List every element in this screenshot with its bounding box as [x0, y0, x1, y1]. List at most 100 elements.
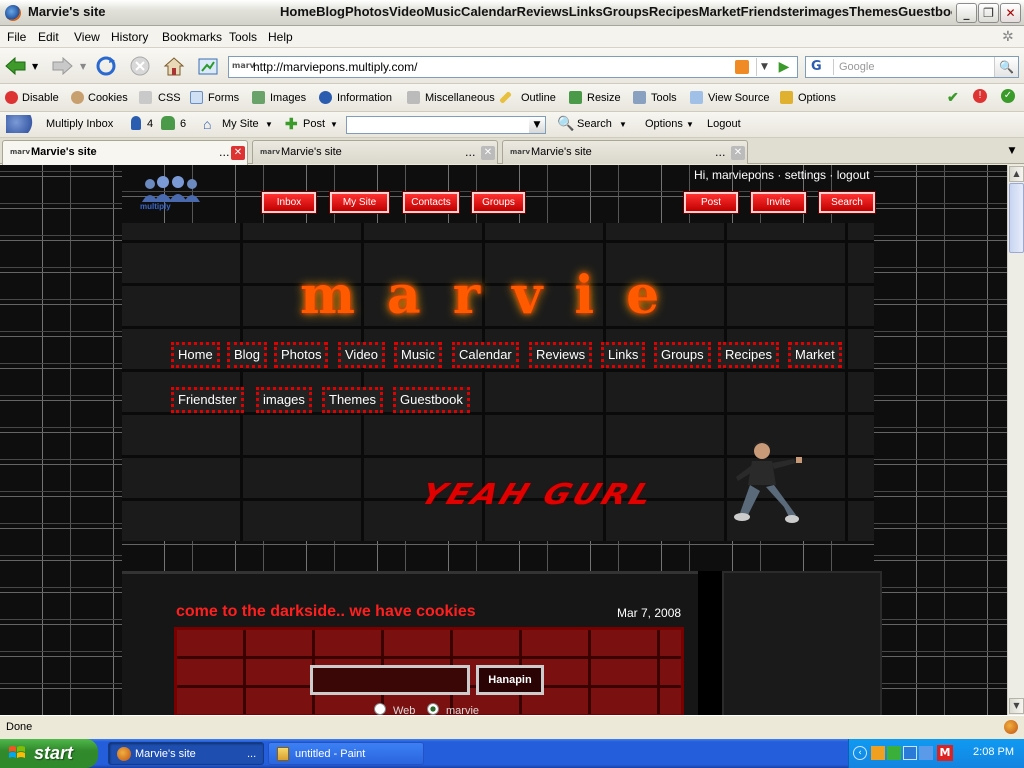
webdev-options[interactable]: Options — [798, 92, 836, 104]
menu-tools[interactable]: Tools — [229, 30, 257, 44]
multiply-inbox[interactable]: Multiply Inbox — [46, 118, 113, 130]
tab-2[interactable]: marv Marvie's site ... ✕ — [252, 140, 498, 164]
menu-edit[interactable]: Edit — [38, 30, 59, 44]
page-search-button[interactable]: Search — [819, 192, 875, 213]
status-firefox-icon[interactable] — [1004, 720, 1018, 734]
tray-warning-icon[interactable] — [871, 746, 885, 760]
menu-bookmarks[interactable]: Bookmarks — [162, 30, 222, 44]
webdev-css[interactable]: CSS — [158, 92, 181, 104]
nav-images[interactable]: images — [256, 387, 312, 413]
tab-close-icon[interactable]: ✕ — [731, 146, 745, 160]
nav-groups[interactable]: Groups — [654, 342, 711, 368]
search-engine-icon[interactable]: G — [808, 59, 834, 75]
error-icon[interactable]: ! — [973, 89, 987, 103]
bookmark-tool-icon[interactable] — [196, 55, 220, 77]
minimize-button[interactable]: _ — [956, 3, 977, 23]
user-links[interactable]: Hi, marviepons · settings · logout — [694, 168, 869, 182]
page-scrollbar[interactable]: ▲ ▼ — [1007, 165, 1024, 715]
tab-1[interactable]: marv Marvie's site ... ✕ — [2, 140, 248, 165]
maximize-button[interactable]: ❐ — [978, 3, 999, 23]
webdev-outline[interactable]: Outline — [521, 92, 556, 104]
forward-icon[interactable] — [50, 55, 74, 77]
home-icon[interactable] — [162, 55, 186, 77]
search-input[interactable]: Google — [839, 61, 874, 73]
nav-photos[interactable]: Photos — [274, 342, 329, 368]
menu-view[interactable]: View — [74, 30, 100, 44]
go-button[interactable]: ▶ — [775, 59, 793, 75]
search-icon[interactable]: 🔍 — [994, 57, 1018, 77]
tab-3[interactable]: marv Marvie's site ... ✕ — [502, 140, 748, 164]
nav-reviews[interactable]: Reviews — [529, 342, 593, 368]
nav-friendster[interactable]: Friendster — [171, 387, 244, 413]
task-paint[interactable]: untitled - Paint — [268, 742, 424, 765]
nav-home[interactable]: Home — [171, 342, 220, 368]
multiply-options[interactable]: Options — [645, 118, 683, 130]
multiply-select[interactable]: ▼ — [346, 116, 546, 134]
multiply-logo[interactable]: multiply — [138, 174, 208, 212]
tray-volume-icon[interactable] — [903, 746, 917, 760]
webdev-information[interactable]: Information — [337, 92, 392, 104]
validate-ok-icon[interactable]: ✔ — [947, 89, 959, 106]
hanapin-button[interactable]: Hanapin — [476, 665, 544, 695]
start-button[interactable]: start — [0, 739, 98, 768]
webdev-view-source[interactable]: View Source — [708, 92, 770, 104]
mysite-button[interactable]: My Site — [330, 192, 389, 213]
contacts-button[interactable]: Contacts — [403, 192, 459, 213]
forward-dropdown-icon[interactable]: ▼ — [80, 62, 86, 71]
mysite-menu[interactable]: My Site — [222, 118, 259, 130]
rss-feed-icon[interactable] — [735, 60, 749, 74]
tab-close-icon[interactable]: ✕ — [481, 146, 495, 160]
contacts-count[interactable]: 4 — [147, 118, 153, 130]
stop-icon[interactable] — [128, 55, 152, 77]
webdev-disable[interactable]: Disable — [22, 92, 59, 104]
post-dropdown-icon[interactable]: ▼ — [330, 120, 338, 129]
mysite-dropdown-icon[interactable]: ▼ — [265, 120, 273, 129]
nav-calendar[interactable]: Calendar — [452, 342, 519, 368]
scroll-down-icon[interactable]: ▼ — [1009, 698, 1024, 714]
close-button[interactable]: ✕ — [1000, 3, 1021, 23]
back-dropdown-icon[interactable]: ▼ — [32, 62, 38, 71]
groups-icon[interactable] — [161, 116, 175, 130]
webdev-cookies[interactable]: Cookies — [88, 92, 128, 104]
multiply-select-dropdown-icon[interactable]: ▼ — [529, 117, 545, 133]
radio-site[interactable] — [427, 703, 439, 715]
nav-market[interactable]: Market — [788, 342, 842, 368]
search-box[interactable]: G Google 🔍 — [805, 56, 1019, 78]
address-dropdown-icon[interactable]: ▼ — [756, 58, 772, 76]
invite-button[interactable]: Invite — [751, 192, 806, 213]
post-menu[interactable]: Post — [303, 118, 325, 130]
contacts-icon[interactable] — [131, 116, 141, 130]
tray-display-icon[interactable] — [919, 746, 933, 760]
menu-help[interactable]: Help — [268, 30, 293, 44]
nav-video[interactable]: Video — [338, 342, 386, 368]
multiply-search-dropdown-icon[interactable]: ▼ — [619, 120, 627, 129]
task-firefox[interactable]: Marvie's site ... — [108, 742, 264, 765]
address-input[interactable]: http://marviepons.multiply.com/ — [253, 60, 418, 74]
tray-network-icon[interactable] — [887, 746, 901, 760]
nav-guestbook[interactable]: Guestbook — [393, 387, 470, 413]
webdev-tools[interactable]: Tools — [651, 92, 677, 104]
reload-icon[interactable] — [94, 55, 118, 77]
post-title[interactable]: come to the darkside.. we have cookies — [176, 603, 476, 621]
tray-m-icon[interactable]: M — [937, 745, 953, 761]
webdev-forms[interactable]: Forms — [208, 92, 239, 104]
menu-file[interactable]: File — [7, 30, 26, 44]
menu-history[interactable]: History — [111, 30, 148, 44]
nav-recipes[interactable]: Recipes — [718, 342, 779, 368]
webdev-resize[interactable]: Resize — [587, 92, 621, 104]
scroll-thumb[interactable] — [1009, 183, 1024, 253]
tray-expand-icon[interactable]: ‹ — [853, 746, 867, 760]
inbox-button[interactable]: Inbox — [262, 192, 316, 213]
tab-close-icon[interactable]: ✕ — [231, 146, 245, 160]
nav-links[interactable]: Links — [601, 342, 646, 368]
site-search-input[interactable] — [310, 665, 470, 695]
options-dropdown-icon[interactable]: ▼ — [686, 120, 694, 129]
check-icon[interactable]: ✓ — [1001, 89, 1015, 103]
nav-themes[interactable]: Themes — [322, 387, 383, 413]
post-button[interactable]: Post — [684, 192, 738, 213]
webdev-images[interactable]: Images — [270, 92, 306, 104]
groups-count[interactable]: 6 — [180, 118, 186, 130]
nav-music[interactable]: Music — [394, 342, 442, 368]
address-bar[interactable]: marv http://marviepons.multiply.com/ ▼ ▶ — [228, 56, 798, 78]
scroll-up-icon[interactable]: ▲ — [1009, 166, 1024, 182]
